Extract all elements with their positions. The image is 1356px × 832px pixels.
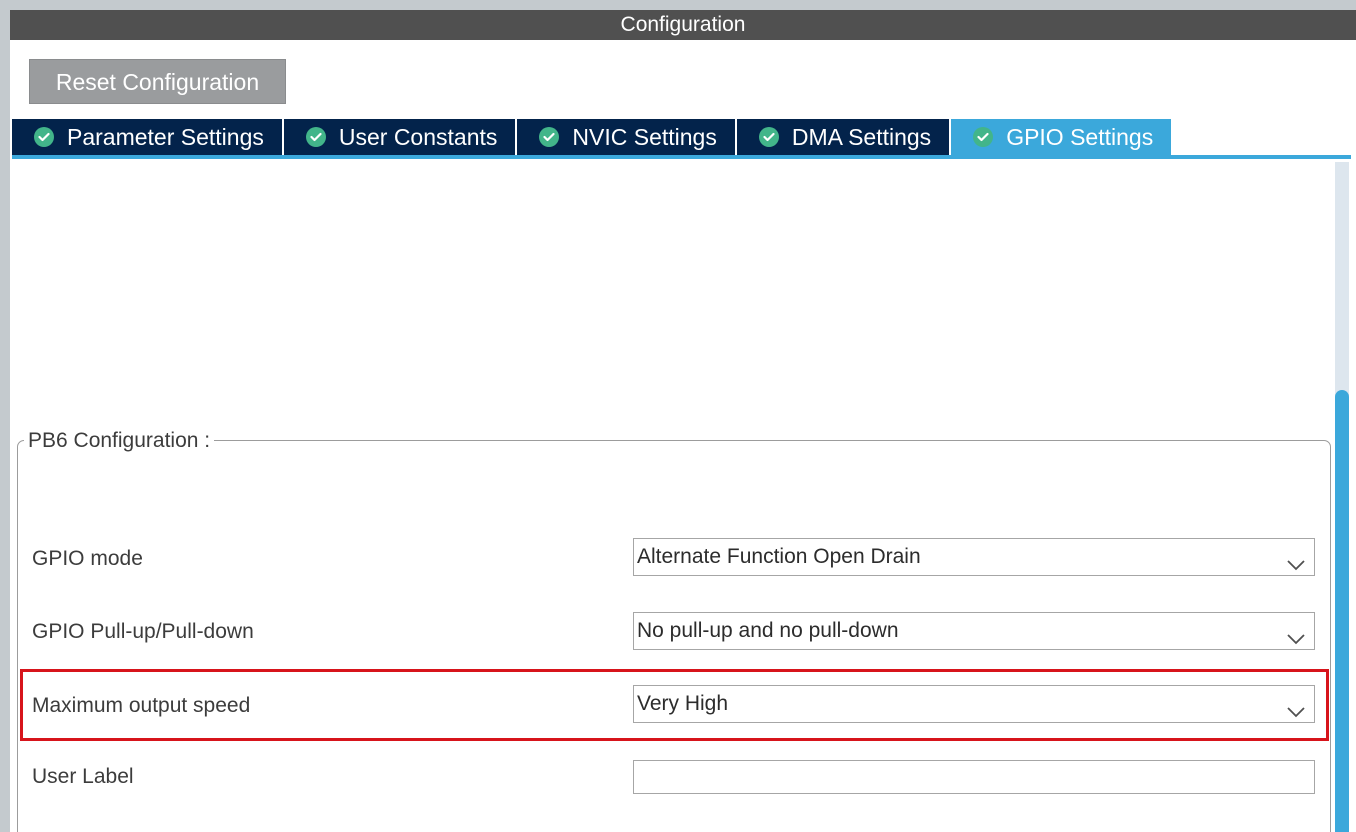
- tab-underline: [12, 155, 1351, 159]
- gpio-mode-label: GPIO mode: [32, 547, 143, 570]
- check-circle-icon: [34, 127, 54, 147]
- gpio-pull-select[interactable]: No pull-up and no pull-down: [633, 612, 1315, 650]
- select-value: Alternate Function Open Drain: [637, 545, 921, 568]
- user-label-label: User Label: [32, 765, 134, 788]
- tab-dma-settings[interactable]: DMA Settings: [736, 119, 950, 155]
- tab-nvic-settings[interactable]: NVIC Settings: [517, 119, 735, 155]
- chevron-down-icon: [1286, 623, 1306, 645]
- tab-bar: Parameter Settings User Constants NVIC S…: [12, 119, 1173, 155]
- scrollbar-thumb[interactable]: [1335, 390, 1349, 832]
- check-circle-icon: [973, 127, 994, 147]
- gpio-pull-label: GPIO Pull-up/Pull-down: [32, 620, 254, 643]
- reset-configuration-button[interactable]: Reset Configuration: [29, 59, 286, 104]
- window-title: Configuration: [10, 10, 1356, 40]
- tab-parameter-settings[interactable]: Parameter Settings: [12, 119, 282, 155]
- gpio-mode-select[interactable]: Alternate Function Open Drain: [633, 538, 1315, 576]
- check-circle-icon: [539, 127, 560, 147]
- check-circle-icon: [305, 127, 326, 147]
- user-label-input[interactable]: [633, 760, 1315, 794]
- tab-label: GPIO Settings: [1006, 123, 1154, 150]
- check-circle-icon: [758, 127, 779, 147]
- group-title: PB6 Configuration :: [24, 429, 215, 453]
- tab-label: Parameter Settings: [67, 123, 264, 150]
- tab-gpio-settings[interactable]: GPIO Settings: [951, 119, 1172, 155]
- tab-label: DMA Settings: [791, 123, 932, 150]
- highlight-box: [20, 669, 1329, 741]
- tab-user-constants[interactable]: User Constants: [283, 119, 516, 155]
- tab-label: NVIC Settings: [572, 123, 717, 150]
- configuration-window: Configuration Reset Configuration Parame…: [10, 10, 1356, 832]
- tab-label: User Constants: [338, 123, 498, 150]
- select-value: No pull-up and no pull-down: [637, 619, 899, 642]
- chevron-down-icon: [1286, 549, 1306, 571]
